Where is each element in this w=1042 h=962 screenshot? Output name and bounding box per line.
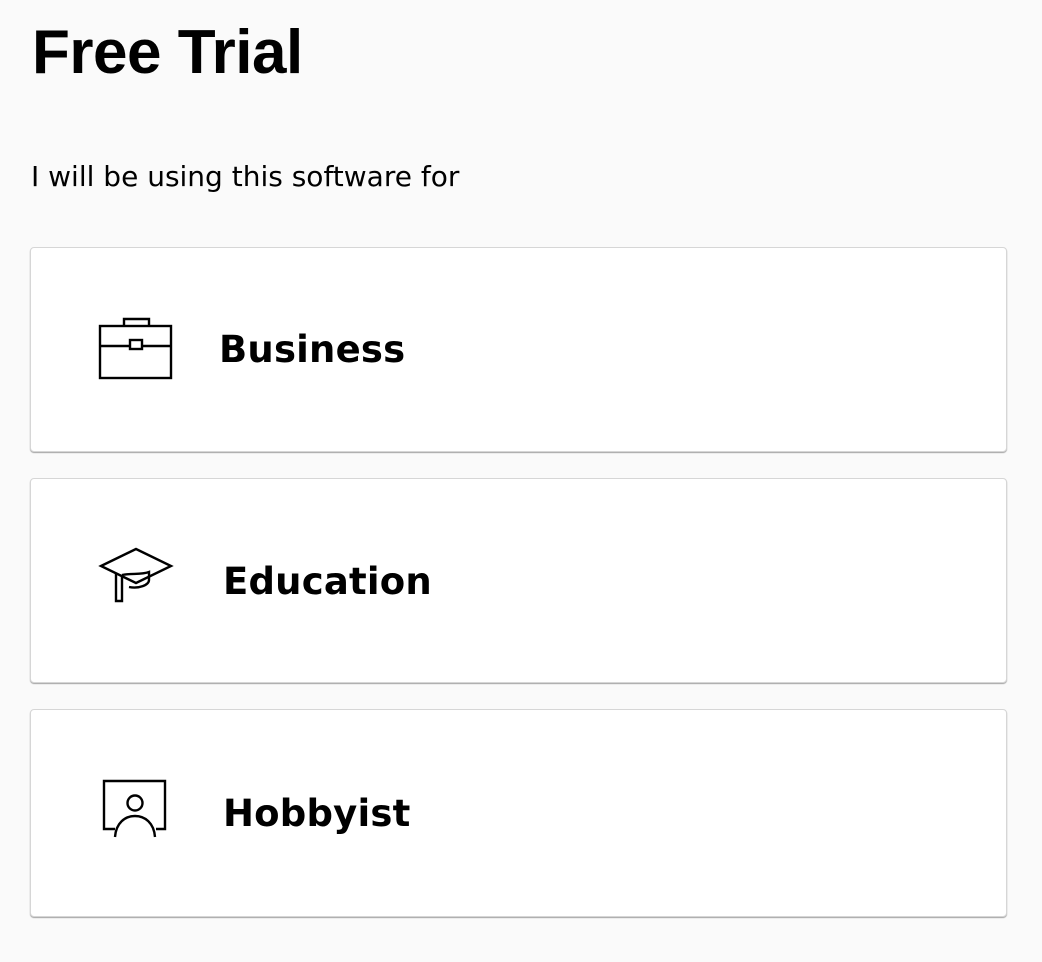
option-label-hobbyist: Hobbyist	[223, 792, 411, 835]
option-hobbyist[interactable]: Hobbyist	[30, 709, 1007, 917]
person-frame-icon	[95, 779, 177, 845]
usage-options: Business Education Hobbyist	[30, 247, 1007, 917]
page-title: Free Trial	[32, 18, 303, 87]
option-education[interactable]: Education	[30, 478, 1007, 683]
option-business[interactable]: Business	[30, 247, 1007, 452]
option-label-education: Education	[223, 560, 432, 603]
briefcase-icon	[95, 316, 177, 382]
usage-prompt: I will be using this software for	[31, 160, 460, 193]
graduation-cap-icon	[95, 545, 177, 611]
option-label-business: Business	[219, 328, 406, 371]
